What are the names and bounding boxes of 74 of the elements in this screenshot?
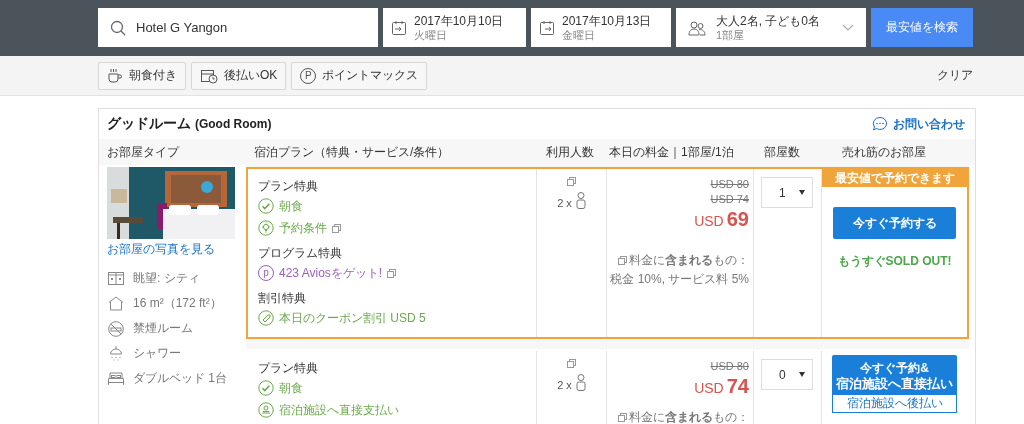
no-smoking-icon bbox=[107, 320, 125, 337]
room-count-select[interactable]: 1 bbox=[761, 177, 813, 208]
best-price-banner: 最安値で予約できます bbox=[822, 169, 967, 187]
room-feature: 16 m²（172 ft²） bbox=[133, 295, 222, 312]
bed-icon bbox=[107, 370, 125, 387]
book-now-button[interactable]: 今すぐ予約& 宿泊施設へ直接払い bbox=[832, 355, 957, 395]
column-header: 部屋数 bbox=[763, 143, 801, 161]
calendar-clock-icon bbox=[200, 67, 218, 84]
original-price: USD 80 bbox=[710, 359, 749, 374]
guest-count: 2 x bbox=[557, 197, 572, 209]
included-note: 料金に含まれるもの： bbox=[629, 252, 749, 269]
benefit-item[interactable]: 423 Aviosをゲット! bbox=[279, 264, 383, 282]
room-feature: シャワー bbox=[133, 345, 181, 362]
benefit-heading: プラン特典 bbox=[258, 178, 319, 195]
filter-chip[interactable]: 後払いOK bbox=[191, 61, 287, 90]
people-icon bbox=[688, 19, 706, 36]
room-feature: ダブルベッド 1台 bbox=[133, 370, 227, 387]
tax-note: 税金 10%, サービス料 5% bbox=[610, 271, 749, 288]
original-price: USD 80 bbox=[710, 177, 749, 192]
included-note: 料金に含まれるもの： bbox=[629, 409, 749, 424]
availability-note: もうすぐSOLD OUT! bbox=[837, 253, 952, 270]
house-icon bbox=[107, 295, 125, 312]
current-price: USD 69 bbox=[694, 207, 749, 232]
room-feature: 眺望: シティ bbox=[133, 270, 200, 287]
person-icon bbox=[575, 374, 586, 391]
benefit-item: 宿泊施設へ直接支払い bbox=[279, 401, 399, 419]
check-out-field[interactable]: 2017年10月13日 金曜日 bbox=[531, 8, 671, 47]
current-price: USD 74 bbox=[694, 374, 749, 399]
room-feature: 禁煙ルーム bbox=[133, 320, 193, 337]
room-count-select[interactable]: 0 bbox=[761, 359, 813, 390]
search-icon bbox=[110, 19, 126, 36]
check-icon bbox=[258, 198, 274, 214]
benefit-heading: プラン特典 bbox=[258, 360, 319, 377]
guest-count: 2 x bbox=[557, 379, 572, 391]
window-icon bbox=[332, 223, 341, 233]
lightbulb-icon bbox=[258, 220, 274, 236]
benefit-heading: プログラム特典 bbox=[258, 245, 343, 262]
window-icon bbox=[567, 177, 576, 186]
person-icon bbox=[575, 192, 586, 209]
pay-later-button[interactable]: 宿泊施設へ後払い bbox=[832, 395, 957, 413]
column-header: 宿泊プラン（特典・サービス/条件） bbox=[253, 143, 451, 161]
column-header: 売れ筋のお部屋 bbox=[841, 143, 927, 161]
benefit-item: 朝食 bbox=[279, 197, 303, 215]
shower-icon bbox=[107, 345, 125, 362]
caret-icon bbox=[799, 190, 805, 195]
original-price: USD 74 bbox=[710, 192, 749, 207]
chat-bubble-icon bbox=[872, 116, 888, 132]
window-icon bbox=[618, 256, 627, 265]
book-now-button[interactable]: 今すぐ予約する bbox=[833, 207, 956, 239]
column-header: 本日の料金｜1部屋/1泊 bbox=[608, 143, 735, 161]
search-field[interactable]: Hotel G Yangon bbox=[98, 8, 378, 47]
check-in-field[interactable]: 2017年10月10日 火曜日 bbox=[383, 8, 526, 47]
contact-link[interactable]: お問い合わせ bbox=[872, 115, 965, 133]
photos-link[interactable]: お部屋の写真を見る bbox=[107, 241, 236, 258]
column-header: お部屋タイプ bbox=[106, 143, 181, 161]
filter-chip[interactable]: 朝食付き bbox=[98, 61, 186, 90]
guests-field[interactable]: 大人2名, 子ども0名 1部屋 bbox=[676, 8, 866, 47]
benefit-item: 朝食 bbox=[279, 379, 303, 397]
cup-icon bbox=[107, 67, 123, 84]
column-header: 利用人数 bbox=[545, 143, 595, 161]
check-icon bbox=[258, 380, 274, 396]
calendar-icon bbox=[391, 19, 407, 36]
caret-icon bbox=[799, 372, 805, 377]
window-icon bbox=[107, 270, 125, 287]
window-icon bbox=[567, 359, 576, 368]
filter-chip[interactable]: P ポイントマックス bbox=[291, 61, 428, 90]
benefit-item: 本日のクーポン割引 USD 5 bbox=[279, 309, 426, 327]
tag-icon bbox=[258, 310, 274, 326]
room-title: グッドルーム (Good Room) bbox=[107, 115, 272, 133]
chevron-down-icon bbox=[842, 23, 854, 32]
calendar-icon bbox=[539, 19, 555, 36]
benefit-heading: 割引特典 bbox=[258, 290, 307, 307]
clear-button[interactable]: クリア bbox=[937, 67, 973, 84]
window-icon bbox=[387, 268, 397, 278]
